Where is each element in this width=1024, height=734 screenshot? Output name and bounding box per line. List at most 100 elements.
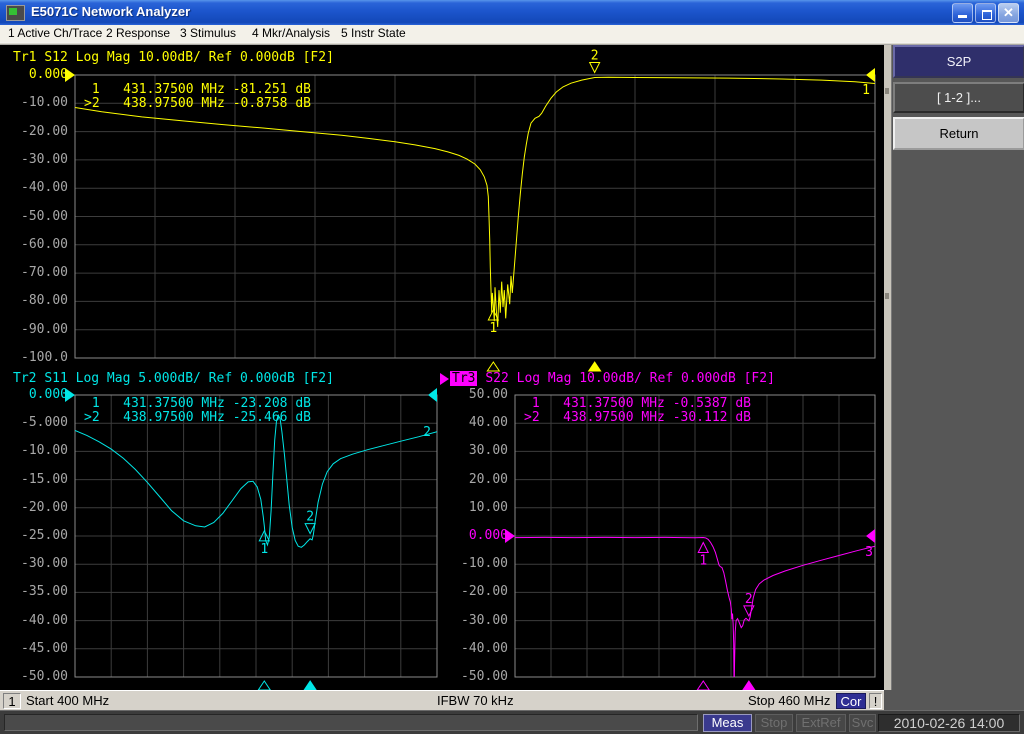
tr2-marker-readout: 1 431.37500 MHz -23.208 dB>2 438.97500 M… [84,397,311,425]
tr3-y-tick-label: -50.00 [444,669,508,684]
tr3-marker-readout: 1 431.37500 MHz -0.5387 dB>2 438.97500 M… [524,397,751,425]
restore-icon [982,10,992,20]
tr1-y-tick-label: -40.00 [4,180,68,195]
scrollbar-notch [885,88,889,94]
tr1-name: Tr1 [13,50,36,65]
app-icon [6,5,25,21]
tr3-y-tick-label: -30.00 [444,613,508,628]
extref-indicator: ExtRef [796,714,846,732]
softkey-sidebar: S2P [ 1-2 ]... Return [884,45,1024,710]
tr3-y-tick-label: 50.00 [444,387,508,402]
tr3-y-tick-label: 10.00 [444,500,508,515]
close-icon: ✕ [1003,5,1014,20]
tr3-y-tick-label: -20.00 [444,584,508,599]
scrollbar-notch [885,293,889,299]
title-bar: E5071C Network Analyzer ✕ [0,0,1024,25]
tr2-y-tick-label: -20.00 [4,500,68,515]
tr1-marker-readout-line: 1 431.37500 MHz -81.251 dB [84,83,311,97]
marker-1-number: 1 [699,554,707,569]
minimize-icon [958,15,967,18]
restore-button[interactable] [975,3,996,23]
tr3-y-tick-label: 0.000 [444,528,508,543]
stimulus-marker-1[interactable] [487,362,499,371]
meas-indicator: Meas [703,714,752,732]
tr1-marker-readout: 1 431.37500 MHz -81.251 dB>2 438.97500 M… [84,83,311,111]
tr2-y-tick-label: -45.00 [4,641,68,656]
menu-stimulus[interactable]: 3 Stimulus [180,26,236,40]
close-button[interactable]: ✕ [998,3,1019,23]
datetime-display: 2010-02-26 14:00 [878,714,1020,732]
app-window: E5071C Network Analyzer ✕ 1 Active Ch/Tr… [0,0,1024,734]
stimulus-marker-1[interactable] [258,681,270,690]
tr2-y-tick-label: -40.00 [4,613,68,628]
tr3-y-tick-label: -40.00 [444,641,508,656]
menu-bar: 1 Active Ch/Trace 2 Response 3 Stimulus … [0,25,1024,42]
tr2-y-tick-label: -10.00 [4,443,68,458]
tr2-marker-readout-line: >2 438.97500 MHz -25.466 dB [84,411,311,425]
tr2-y-tick-label: -15.00 [4,472,68,487]
stimulus-marker-1[interactable] [697,681,709,690]
tr3-name-active: Tr3 [450,371,477,386]
alert-badge: ! [869,693,882,709]
softkey-1-2-button[interactable]: [ 1-2 ]... [893,82,1024,113]
tr2-y-tick-label: -25.00 [4,528,68,543]
softkey-menu-title: S2P [893,45,1024,78]
tr1-y-tick-label: -90.00 [4,322,68,337]
tr1-y-tick-label: -30.00 [4,152,68,167]
tr3-ref-arrow-right [866,529,875,543]
message-area [4,714,698,731]
softkey-scrollbar[interactable] [884,45,892,690]
tr2-y-tick-label: -30.00 [4,556,68,571]
tr3-marker-readout-line: 1 431.37500 MHz -0.5387 dB [524,397,751,411]
tr1-y-tick-label: -70.00 [4,265,68,280]
tr1-marker-readout-line: >2 438.97500 MHz -0.8758 dB [84,97,311,111]
tr1-y-tick-label: -10.00 [4,95,68,110]
marker-2-number: 2 [306,510,314,525]
tr2-y-tick-label: 0.000 [4,387,68,402]
tr2-chart[interactable]: 212 [65,388,437,690]
tr1-trace-number: 1 [862,83,870,98]
marker-2-symbol[interactable] [744,606,754,616]
tr2-y-tick-label: -5.000 [4,415,68,430]
menu-response[interactable]: 2 Response [106,26,170,40]
tr3-y-tick-label: 30.00 [444,443,508,458]
minimize-button[interactable] [952,3,973,23]
tr3-trace-number: 3 [865,545,873,560]
tr1-y-tick-label: 0.000 [4,67,68,82]
stimulus-marker-2[interactable] [743,681,755,690]
stimulus-marker-2[interactable] [304,681,316,690]
tr2-y-tick-label: -35.00 [4,584,68,599]
tr2-marker-readout-line: 1 431.37500 MHz -23.208 dB [84,397,311,411]
tr1-y-tick-label: -50.00 [4,209,68,224]
menu-active-ch-trace[interactable]: 1 Active Ch/Trace [8,26,102,40]
tr3-settings: S22 Log Mag 10.00dB/ Ref 0.000dB [F2] [485,371,775,386]
stop-indicator: Stop [755,714,793,732]
tr3-y-tick-label: -10.00 [444,556,508,571]
ifbw-label: IFBW 70 kHz [437,693,514,709]
charts-canvas[interactable]: 112212312 [0,45,884,690]
marker-2-number: 2 [745,592,753,607]
marker-1-number: 1 [260,542,268,557]
tr1-y-tick-label: -100.0 [4,350,68,365]
marker-1-symbol[interactable] [698,543,708,553]
window-title: E5071C Network Analyzer [31,4,190,19]
start-frequency-label: Start 400 MHz [26,693,109,709]
stimulus-marker-2[interactable] [589,362,601,371]
status-bar: 1 Start 400 MHz IFBW 70 kHz Stop 460 MHz… [0,690,884,710]
tr3-y-tick-label: 40.00 [444,415,508,430]
marker-2-symbol[interactable] [590,62,600,72]
softkey-return-button[interactable]: Return [893,117,1024,150]
tr2-settings: S11 Log Mag 5.000dB/ Ref 0.000dB [F2] [44,371,334,386]
tr3-y-tick-label: 20.00 [444,472,508,487]
menu-instr-state[interactable]: 5 Instr State [341,26,406,40]
correction-status-badge: Cor [836,693,866,709]
active-trace-arrow [440,373,449,385]
svc-indicator: Svc [849,714,876,732]
stop-frequency-label: Stop 460 MHz [748,693,830,709]
tr1-ref-arrow-right [866,68,875,82]
menu-mkr-analysis[interactable]: 4 Mkr/Analysis [252,26,330,40]
tr2-header: Tr2 S11 Log Mag 5.000dB/ Ref 0.000dB [F2… [13,371,334,386]
marker-2-number: 2 [591,48,599,63]
tr1-y-tick-label: -60.00 [4,237,68,252]
tr1-y-tick-label: -20.00 [4,124,68,139]
